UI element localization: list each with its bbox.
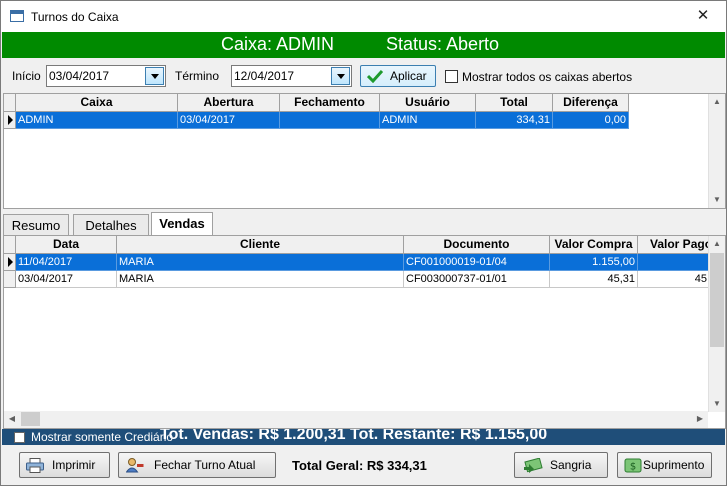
apply-button[interactable]: Aplicar (360, 65, 436, 87)
window-title: Turnos do Caixa (31, 10, 119, 24)
grid-corner (4, 94, 16, 112)
money-in-icon: $ (624, 458, 642, 473)
title-bar: Turnos do Caixa ✕ (1, 1, 726, 32)
venda-cell-cliente[interactable]: MARIA (117, 271, 404, 288)
turnos-grid[interactable]: Caixa Abertura Fechamento Usuário Total … (3, 93, 726, 209)
venda-cell-valor-pago[interactable] (638, 254, 710, 271)
checkmark-icon (367, 69, 383, 83)
close-shift-label: Fechar Turno Atual (154, 458, 256, 472)
vendas-vscrollbar[interactable]: ▲ ▼ (708, 236, 725, 412)
close-icon: ✕ (696, 7, 710, 24)
termino-date-field[interactable]: 12/04/2017 (231, 65, 352, 87)
venda-cell-data[interactable]: 03/04/2017 (16, 271, 117, 288)
col-header-fechamento[interactable]: Fechamento (280, 94, 380, 112)
col-header-valor-pago[interactable]: Valor Pago (638, 236, 710, 254)
show-all-checkbox[interactable] (445, 70, 458, 83)
totals-summary: Tot. Vendas: R$ 1.200,31 Tot. Restante: … (160, 429, 548, 443)
col-header-cliente[interactable]: Cliente (117, 236, 404, 254)
col-header-caixa[interactable]: Caixa (16, 94, 178, 112)
turno-cell-usuario[interactable]: ADMIN (380, 112, 476, 129)
printer-icon (26, 458, 44, 473)
row-pointer-icon (8, 115, 13, 125)
tab-resumo-label: Resumo (11, 218, 61, 233)
inicio-date-value: 03/04/2017 (49, 69, 110, 83)
turno-cell-diferenca[interactable]: 0,00 (553, 112, 629, 129)
scroll-right-icon[interactable]: ▶ (692, 411, 708, 427)
sangria-button[interactable]: Sangria (514, 452, 608, 478)
user-close-icon (126, 458, 144, 473)
termino-dropdown-button[interactable] (331, 67, 350, 85)
row-indicator[interactable] (4, 112, 16, 129)
venda-cell-cliente[interactable]: MARIA (117, 254, 404, 271)
apply-label: Aplicar (390, 69, 427, 83)
chevron-down-icon (151, 74, 159, 79)
col-header-data[interactable]: Data (16, 236, 117, 254)
turno-cell-abertura[interactable]: 03/04/2017 (178, 112, 280, 129)
col-header-usuario[interactable]: Usuário (380, 94, 476, 112)
venda-cell-valor-compra[interactable]: 45,31 (550, 271, 638, 288)
venda-cell-valor-compra[interactable]: 1.155,00 (550, 254, 638, 271)
caixa-status: Status: Aberto (386, 34, 500, 54)
venda-cell-valor-pago[interactable]: 45 (638, 271, 710, 288)
turno-cell-caixa[interactable]: ADMIN (16, 112, 178, 129)
venda-cell-documento[interactable]: CF001000019-01/04 (404, 254, 550, 271)
inicio-date-field[interactable]: 03/04/2017 (46, 65, 166, 87)
suprimento-button[interactable]: $ Suprimento (617, 452, 712, 478)
close-button[interactable]: ✕ (680, 1, 726, 32)
close-shift-button[interactable]: Fechar Turno Atual (118, 452, 276, 478)
turno-cell-fechamento[interactable] (280, 112, 380, 129)
print-button[interactable]: Imprimir (19, 452, 110, 478)
inicio-dropdown-button[interactable] (145, 67, 164, 85)
tab-resumo[interactable]: Resumo (3, 214, 69, 236)
col-header-abertura[interactable]: Abertura (178, 94, 280, 112)
col-header-total[interactable]: Total (476, 94, 553, 112)
termino-label: Término (175, 69, 220, 83)
row-pointer-icon (8, 257, 13, 267)
hscroll-thumb[interactable] (21, 412, 40, 426)
tab-vendas[interactable]: Vendas (151, 212, 213, 236)
totals-strip: Mostrar somente Crediário Tot. Vendas: R… (2, 429, 725, 445)
svg-text:$: $ (630, 462, 636, 473)
show-credit-checkbox[interactable] (14, 432, 25, 443)
sangria-label: Sangria (550, 458, 592, 472)
grid-corner (4, 236, 16, 254)
col-header-diferenca[interactable]: Diferença (553, 94, 629, 112)
col-header-documento[interactable]: Documento (404, 236, 550, 254)
col-header-valor-compra[interactable]: Valor Compra (550, 236, 638, 254)
tab-vendas-label: Vendas (159, 216, 205, 231)
scroll-up-icon[interactable]: ▲ (709, 236, 725, 252)
turnos-vscrollbar[interactable]: ▲ ▼ (708, 94, 725, 208)
scroll-down-icon[interactable]: ▼ (709, 192, 725, 208)
scroll-thumb[interactable] (710, 253, 724, 347)
total-geral: Total Geral: R$ 334,31 (292, 458, 427, 473)
print-label: Imprimir (52, 458, 96, 472)
tab-detalhes-label: Detalhes (85, 218, 137, 233)
scroll-up-icon[interactable]: ▲ (709, 94, 725, 110)
turnos-window: Turnos do Caixa ✕ Caixa: ADMIN Status: A… (0, 0, 727, 486)
suprimento-label: Suprimento (643, 458, 705, 472)
venda-cell-data[interactable]: 11/04/2017 (16, 254, 117, 271)
vendas-grid[interactable]: Data Cliente Documento Valor Compra Valo… (3, 235, 726, 429)
venda-cell-documento[interactable]: CF003000737-01/01 (404, 271, 550, 288)
app-icon (10, 10, 24, 22)
show-all-label: Mostrar todos os caixas abertos (462, 70, 633, 84)
status-header: Caixa: ADMIN Status: Aberto (2, 32, 725, 58)
tab-detalhes[interactable]: Detalhes (73, 214, 149, 236)
row-indicator[interactable] (4, 254, 16, 271)
vendas-hscrollbar[interactable]: ◀ ▶ (4, 411, 708, 428)
inicio-label: Início (12, 69, 41, 83)
caixa-title: Caixa: ADMIN (221, 34, 335, 54)
scroll-down-icon[interactable]: ▼ (709, 396, 725, 412)
chevron-down-icon (337, 74, 345, 79)
turno-cell-total[interactable]: 334,31 (476, 112, 553, 129)
money-out-icon (524, 458, 543, 473)
termino-date-value: 12/04/2017 (234, 69, 295, 83)
show-credit-label: Mostrar somente Crediário (31, 430, 174, 444)
scroll-left-icon[interactable]: ◀ (4, 411, 20, 427)
row-indicator[interactable] (4, 271, 16, 288)
